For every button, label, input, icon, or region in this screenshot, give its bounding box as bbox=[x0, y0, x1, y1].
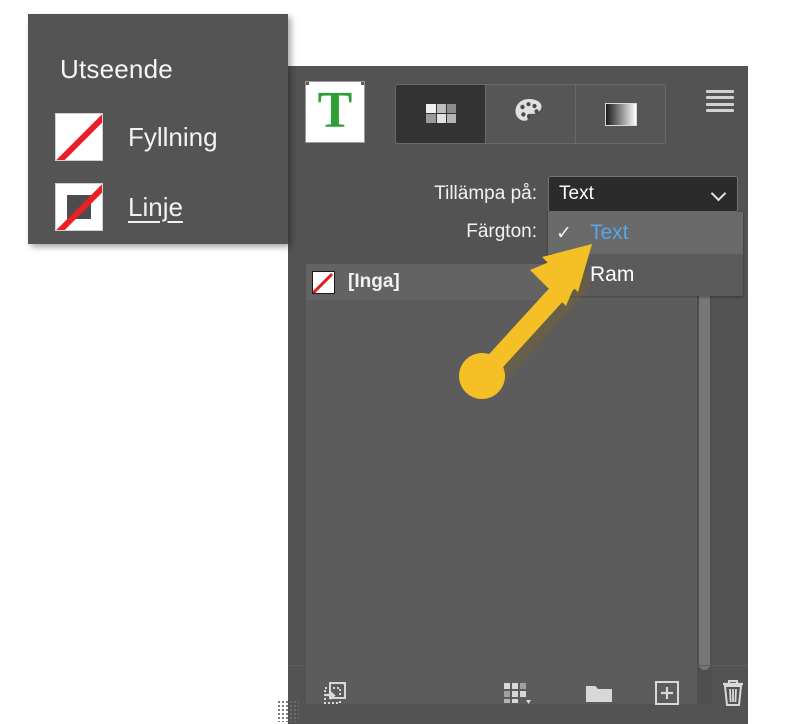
apply-to-dropdown-menu[interactable]: ✓ Text Ram bbox=[548, 212, 743, 296]
swatch-group-icon bbox=[502, 679, 532, 712]
trash-icon bbox=[719, 678, 747, 713]
swatch-grid-icon bbox=[425, 104, 456, 124]
dropdown-option-text[interactable]: ✓ Text bbox=[548, 212, 743, 254]
apply-to-select[interactable]: Text bbox=[548, 176, 738, 212]
appearance-stroke-row[interactable]: Linje bbox=[56, 184, 183, 230]
apply-to-row: Tillämpa på: Text bbox=[288, 176, 748, 212]
dropdown-option-label: Text bbox=[590, 221, 629, 244]
panel-header: T bbox=[288, 66, 748, 152]
none-swatch-icon bbox=[312, 270, 335, 294]
appearance-fill-label: Fyllning bbox=[128, 121, 218, 152]
fill-none-swatch-icon[interactable] bbox=[56, 114, 102, 160]
swatches-mode-button[interactable] bbox=[396, 85, 486, 143]
panel-resize-grip[interactable] bbox=[277, 700, 299, 722]
stroke-none-swatch-icon[interactable] bbox=[56, 184, 102, 230]
color-mode-toggle-group bbox=[395, 84, 666, 144]
new-swatch-button[interactable] bbox=[650, 678, 684, 712]
checkmark-icon: ✓ bbox=[556, 222, 572, 244]
appearance-stroke-label: Linje bbox=[128, 191, 183, 222]
swatch-list[interactable]: [Inga] bbox=[306, 264, 712, 704]
gradient-mode-button[interactable] bbox=[576, 85, 665, 143]
new-swatch-plus-icon bbox=[653, 679, 681, 712]
show-swatch-group-button[interactable] bbox=[318, 678, 352, 712]
hamburger-menu-icon[interactable] bbox=[706, 90, 734, 112]
dropdown-option-ram[interactable]: Ram bbox=[548, 254, 743, 296]
chevron-down-icon bbox=[711, 186, 727, 202]
apply-to-label: Tillämpa på: bbox=[434, 183, 537, 204]
swatches-panel: T Tillämpa på: Text Färgton: [Inga] bbox=[277, 66, 750, 724]
tint-label: Färgton: bbox=[466, 221, 537, 242]
color-palette-icon bbox=[514, 98, 548, 131]
folder-icon bbox=[584, 680, 614, 711]
scrollbar-thumb[interactable] bbox=[699, 266, 710, 670]
show-swatch-group-icon bbox=[321, 679, 349, 712]
appearance-panel-title: Utseende bbox=[60, 54, 173, 84]
appearance-fill-row[interactable]: Fyllning bbox=[56, 114, 218, 160]
type-preview-thumbnail[interactable]: T bbox=[306, 82, 364, 142]
type-preview-glyph: T bbox=[317, 81, 353, 139]
open-folder-button[interactable] bbox=[582, 678, 616, 712]
swatch-list-scrollbar[interactable] bbox=[697, 264, 712, 704]
apply-to-selected-value: Text bbox=[559, 183, 594, 204]
panel-footer-toolbar bbox=[277, 665, 750, 724]
gradient-icon bbox=[604, 102, 637, 126]
color-mode-button[interactable] bbox=[486, 85, 576, 143]
new-color-group-button[interactable] bbox=[500, 678, 534, 712]
delete-swatch-button[interactable] bbox=[716, 678, 750, 712]
dropdown-option-label: Ram bbox=[590, 263, 635, 286]
appearance-panel: Utseende Fyllning Linje bbox=[28, 14, 288, 244]
